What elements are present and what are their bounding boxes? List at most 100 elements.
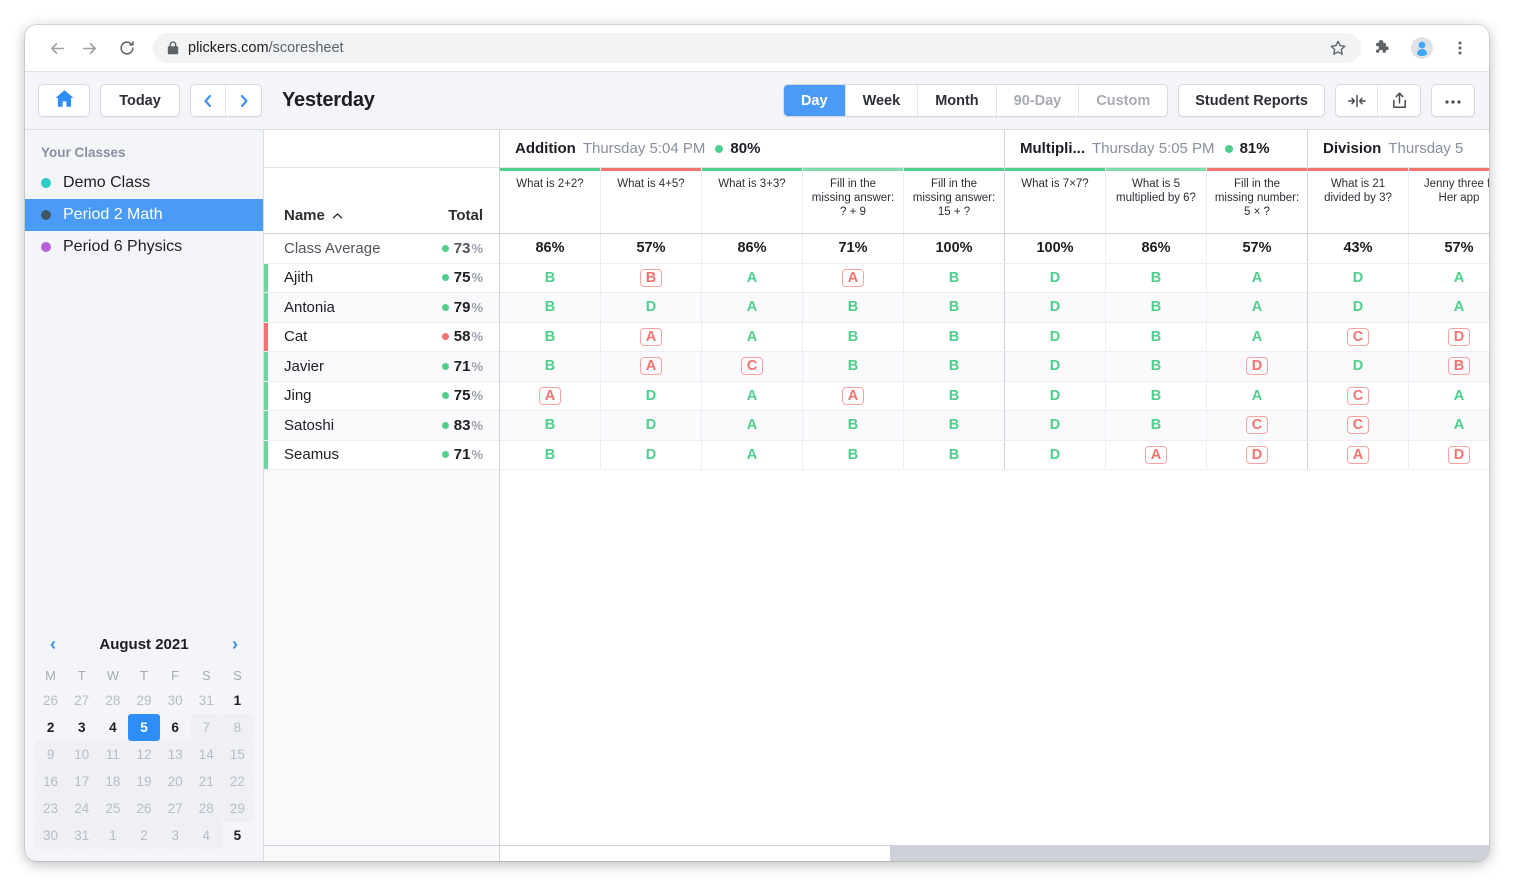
answer-cell[interactable]: B	[1106, 352, 1207, 381]
table-row[interactable]: Jing75%	[264, 382, 499, 412]
table-row[interactable]: Seamus71%	[264, 441, 499, 471]
calendar-day[interactable]: 28	[191, 795, 222, 822]
answer-cell[interactable]: B	[500, 323, 601, 352]
calendar-day[interactable]: 26	[128, 795, 159, 822]
answer-cell[interactable]: A	[500, 382, 601, 411]
calendar-day[interactable]: 27	[160, 795, 191, 822]
prev-day-button[interactable]	[191, 85, 226, 116]
calendar-day[interactable]: 26	[35, 687, 66, 714]
question-header[interactable]: What is 2+2?	[500, 168, 601, 233]
star-icon[interactable]	[1323, 33, 1353, 63]
calendar-day[interactable]: 31	[191, 687, 222, 714]
calendar-day[interactable]: 10	[66, 741, 97, 768]
answer-cell[interactable]: D	[601, 293, 702, 322]
answer-cell[interactable]: D	[601, 411, 702, 440]
answer-cell[interactable]: A	[1409, 382, 1489, 411]
calendar-day[interactable]: 30	[35, 822, 66, 849]
calendar-day[interactable]: 4	[97, 714, 128, 741]
back-arrow-icon[interactable]	[41, 32, 73, 64]
calendar-day[interactable]: 6	[160, 714, 191, 741]
calendar-day[interactable]: 19	[128, 768, 159, 795]
answer-cell[interactable]: A	[803, 264, 904, 293]
forward-arrow-icon[interactable]	[73, 32, 105, 64]
answer-cell[interactable]: D	[1308, 352, 1409, 381]
calendar-day[interactable]: 5	[128, 714, 159, 741]
calendar-day[interactable]: 7	[191, 714, 222, 741]
set-header[interactable]: AdditionThursday 5:04 PM80%	[500, 130, 1005, 167]
table-row[interactable]: Javier71%	[264, 352, 499, 382]
answer-cell[interactable]: A	[803, 382, 904, 411]
scrollbar-track[interactable]	[500, 846, 1489, 861]
set-header[interactable]: DivisionThursday 5	[1308, 130, 1489, 167]
sidebar-item-period-2-math[interactable]: Period 2 Math	[25, 199, 263, 231]
range-month[interactable]: Month	[918, 85, 996, 116]
answer-cell[interactable]: A	[702, 441, 803, 470]
calendar-day[interactable]: 24	[66, 795, 97, 822]
answer-cell[interactable]: D	[1005, 382, 1106, 411]
calendar-day[interactable]: 31	[66, 822, 97, 849]
profile-avatar-icon[interactable]	[1407, 33, 1437, 63]
answer-cell[interactable]: B	[803, 293, 904, 322]
question-header[interactable]: What is 4+5?	[601, 168, 702, 233]
scrollbar-thumb[interactable]	[500, 846, 890, 861]
calendar-day[interactable]: 15	[222, 741, 253, 768]
table-row[interactable]: Class Average73%	[264, 234, 499, 264]
set-header[interactable]: Multipli...Thursday 5:05 PM81%	[1005, 130, 1308, 167]
calendar-day[interactable]: 16	[35, 768, 66, 795]
calendar-day[interactable]: 25	[97, 795, 128, 822]
answer-cell[interactable]: B	[1106, 323, 1207, 352]
calendar-day[interactable]: 8	[222, 714, 253, 741]
answer-cell[interactable]: B	[500, 293, 601, 322]
answer-cell[interactable]: D	[1005, 323, 1106, 352]
answer-cell[interactable]: A	[601, 323, 702, 352]
table-row[interactable]: Cat58%	[264, 323, 499, 353]
home-button[interactable]	[38, 84, 90, 117]
question-header[interactable]: Fill in the missing number: 5 × ?	[1207, 168, 1308, 233]
calendar-day[interactable]: 23	[35, 795, 66, 822]
address-bar[interactable]: plickers.com/scoresheet	[153, 33, 1361, 63]
answer-cell[interactable]: D	[1207, 352, 1308, 381]
answer-cell[interactable]: A	[601, 352, 702, 381]
calendar-next-icon[interactable]: ›	[225, 634, 245, 655]
answer-cell[interactable]: B	[1409, 352, 1489, 381]
answer-cell[interactable]: D	[1005, 411, 1106, 440]
answer-cell[interactable]: A	[1409, 293, 1489, 322]
answer-cell[interactable]: B	[1106, 293, 1207, 322]
answer-cell[interactable]: A	[702, 293, 803, 322]
answer-cell[interactable]: A	[1409, 264, 1489, 293]
student-reports-button[interactable]: Student Reports	[1178, 84, 1325, 117]
grid-scroll-region[interactable]: AdditionThursday 5:04 PM80%Multipli...Th…	[500, 130, 1489, 845]
answer-cell[interactable]: B	[803, 352, 904, 381]
question-header[interactable]: What is 3+3?	[702, 168, 803, 233]
answer-cell[interactable]: B	[904, 352, 1005, 381]
answer-cell[interactable]: D	[1207, 441, 1308, 470]
calendar-day[interactable]: 9	[35, 741, 66, 768]
answer-cell[interactable]: A	[702, 382, 803, 411]
answer-cell[interactable]: B	[500, 441, 601, 470]
answer-cell[interactable]: B	[1106, 411, 1207, 440]
answer-cell[interactable]: B	[803, 323, 904, 352]
answer-cell[interactable]: A	[1207, 382, 1308, 411]
calendar-day[interactable]: 4	[191, 822, 222, 849]
calendar-day[interactable]: 29	[128, 687, 159, 714]
three-dot-menu-icon[interactable]	[1445, 33, 1475, 63]
answer-cell[interactable]: D	[1005, 352, 1106, 381]
answer-cell[interactable]: B	[904, 264, 1005, 293]
today-button[interactable]: Today	[100, 84, 180, 117]
table-row[interactable]: Antonia79%	[264, 293, 499, 323]
calendar-day[interactable]: 3	[66, 714, 97, 741]
calendar-day[interactable]: 22	[222, 768, 253, 795]
answer-cell[interactable]: C	[1308, 411, 1409, 440]
calendar-day[interactable]: 20	[160, 768, 191, 795]
question-header[interactable]: Jenny three fr Her app	[1409, 168, 1489, 233]
calendar-day[interactable]: 2	[128, 822, 159, 849]
answer-cell[interactable]: B	[601, 264, 702, 293]
answer-cell[interactable]: B	[904, 293, 1005, 322]
sidebar-item-demo-class[interactable]: Demo Class	[25, 167, 263, 199]
answer-cell[interactable]: B	[803, 411, 904, 440]
answer-cell[interactable]: C	[1207, 411, 1308, 440]
calendar-day[interactable]: 21	[191, 768, 222, 795]
answer-cell[interactable]: D	[1005, 264, 1106, 293]
calendar-day[interactable]: 27	[66, 687, 97, 714]
answer-cell[interactable]: D	[1409, 441, 1489, 470]
